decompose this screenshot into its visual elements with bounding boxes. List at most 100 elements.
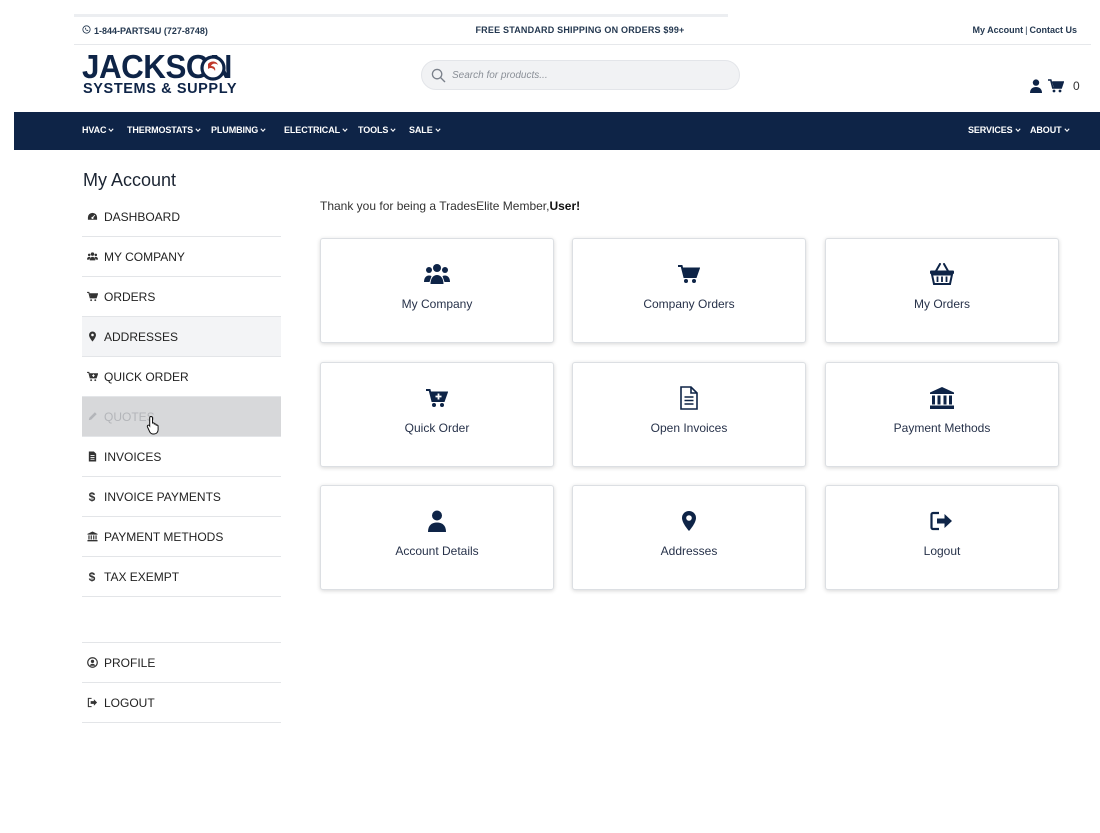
sign-out-icon xyxy=(85,696,99,710)
cart-plus-icon xyxy=(321,386,553,410)
sidebar-item-quick-order[interactable]: QUICK ORDER xyxy=(82,357,281,397)
card-label: Account Details xyxy=(395,544,479,558)
nav-label: THERMOSTATS xyxy=(127,125,194,135)
logo-tagline: SYSTEMS & SUPPLY xyxy=(83,81,238,97)
nav-item-services[interactable]: SERVICES xyxy=(968,125,1021,135)
my-account-link[interactable]: My Account xyxy=(972,25,1023,35)
sidebar-item-profile[interactable]: PROFILE xyxy=(82,643,281,683)
cart-icon[interactable] xyxy=(1048,79,1064,93)
sidebar-item-addresses[interactable]: ADDRESSES xyxy=(82,317,281,357)
cart-icon xyxy=(85,290,99,304)
bank-icon xyxy=(826,386,1058,410)
sidebar-item-invoices[interactable]: INVOICES xyxy=(82,437,281,477)
card-open-invoices[interactable]: Open Invoices xyxy=(572,362,806,467)
hand-pointer-cursor-icon xyxy=(146,415,159,435)
dollar-icon: $ xyxy=(88,569,96,584)
card-quick-order[interactable]: Quick Order xyxy=(320,362,554,467)
sidebar-item-my-company[interactable]: MY COMPANY xyxy=(82,237,281,277)
card-label: Company Orders xyxy=(643,297,735,311)
nav-item-thermostats[interactable]: THERMOSTATS xyxy=(127,125,201,135)
chevron-down-icon xyxy=(1014,128,1021,133)
cart-icon xyxy=(573,262,805,286)
user-icon xyxy=(321,509,553,533)
nav-item-about[interactable]: ABOUT xyxy=(1030,125,1070,135)
card-addresses[interactable]: Addresses xyxy=(572,485,806,590)
bank-icon xyxy=(85,530,99,544)
search-input[interactable] xyxy=(452,66,732,84)
nav-item-sale[interactable]: SALE xyxy=(409,125,441,135)
divider xyxy=(74,44,1091,45)
shipping-promo: FREE STANDARD SHIPPING ON ORDERS $99+ xyxy=(475,25,685,35)
chevron-down-icon xyxy=(108,128,115,133)
sidebar-item-dashboard[interactable]: DASHBOARD xyxy=(82,197,281,237)
card-my-orders[interactable]: My Orders xyxy=(825,238,1059,343)
card-label: Addresses xyxy=(660,544,718,558)
card-label: My Company xyxy=(401,297,473,311)
nav-label: SERVICES xyxy=(968,125,1013,135)
nav-label: ELECTRICAL xyxy=(284,125,340,135)
logo-swirl-icon xyxy=(200,55,226,81)
link-separator: | xyxy=(1025,25,1028,35)
card-company-orders[interactable]: Company Orders xyxy=(572,238,806,343)
sign-out-icon xyxy=(826,509,1058,533)
nav-item-plumbing[interactable]: PLUMBING xyxy=(211,125,266,135)
card-label: Quick Order xyxy=(404,421,470,435)
nav-label: ABOUT xyxy=(1030,125,1062,135)
account-links: My Account | Contact Us xyxy=(972,25,1077,35)
sidebar-item-label: QUICK ORDER xyxy=(104,369,189,384)
chevron-down-icon xyxy=(195,128,201,133)
account-sidebar-secondary: PROFILE LOGOUT xyxy=(82,642,281,723)
nav-label: PLUMBING xyxy=(211,125,259,135)
nav-item-electrical[interactable]: ELECTRICAL xyxy=(284,125,348,135)
jackson-logo[interactable]: JACKSON SYSTEMS & SUPPLY xyxy=(82,48,242,99)
sidebar-item-label: TAX EXEMPT xyxy=(104,569,180,584)
chevron-down-icon xyxy=(260,128,266,133)
chevron-down-icon xyxy=(342,128,348,133)
sidebar-item-invoice-payments[interactable]: $ INVOICE PAYMENTS xyxy=(82,477,281,517)
sidebar-item-orders[interactable]: ORDERS xyxy=(82,277,281,317)
nav-label: HVAC xyxy=(82,125,107,135)
sidebar-item-label: INVOICE PAYMENTS xyxy=(104,489,221,504)
chevron-down-icon xyxy=(435,128,441,133)
map-marker-icon xyxy=(573,509,805,533)
sidebar-item-payment-methods[interactable]: PAYMENT METHODS xyxy=(82,517,281,557)
header-icons: 0 xyxy=(1030,79,1080,93)
users-icon xyxy=(85,250,99,264)
document-icon xyxy=(573,386,805,410)
search-bar[interactable] xyxy=(421,60,740,90)
sidebar-item-label: INVOICES xyxy=(104,449,162,464)
card-my-company[interactable]: My Company xyxy=(320,238,554,343)
account-sidebar: DASHBOARD MY COMPANY ORDERS ADDRESSES QU… xyxy=(82,197,281,597)
card-logout[interactable]: Logout xyxy=(825,485,1059,590)
user-icon[interactable] xyxy=(1030,79,1042,93)
map-marker-icon xyxy=(85,330,99,344)
chevron-down-icon xyxy=(390,128,396,133)
welcome-message: Thank you for being a TradesElite Member… xyxy=(320,199,580,213)
search-icon xyxy=(431,68,446,83)
sidebar-item-label: MY COMPANY xyxy=(104,249,185,264)
card-label: Open Invoices xyxy=(650,421,728,435)
nav-item-hvac[interactable]: HVAC xyxy=(82,125,115,135)
sidebar-item-quotes[interactable]: QUOTES xyxy=(82,397,281,437)
nav-item-tools[interactable]: TOOLS xyxy=(358,125,396,135)
dollar-icon: $ xyxy=(88,489,96,504)
sidebar-item-label: PAYMENT METHODS xyxy=(104,529,224,544)
invoice-icon xyxy=(85,450,99,464)
sidebar-item-tax-exempt[interactable]: $ TAX EXEMPT xyxy=(82,557,281,597)
users-icon xyxy=(321,262,553,286)
welcome-text: Thank you for being a TradesElite Member… xyxy=(320,199,550,213)
sidebar-item-logout[interactable]: LOGOUT xyxy=(82,683,281,723)
cart-plus-icon xyxy=(85,370,99,384)
cart-count: 0 xyxy=(1073,79,1080,93)
card-account-details[interactable]: Account Details xyxy=(320,485,554,590)
main-nav: HVAC THERMOSTATS PLUMBING ELECTRICAL TOO… xyxy=(14,112,1100,150)
card-payment-methods[interactable]: Payment Methods xyxy=(825,362,1059,467)
sidebar-item-label: LOGOUT xyxy=(104,695,155,710)
top-decor-line xyxy=(74,14,728,17)
member-name: User! xyxy=(549,199,581,213)
utility-bar: 1-844-PARTS4U (727-8748) FREE STANDARD S… xyxy=(0,18,1100,44)
user-circle-icon xyxy=(85,656,99,670)
basket-icon xyxy=(826,262,1058,286)
contact-us-link[interactable]: Contact Us xyxy=(1029,25,1077,35)
dashboard-icon xyxy=(85,210,99,224)
